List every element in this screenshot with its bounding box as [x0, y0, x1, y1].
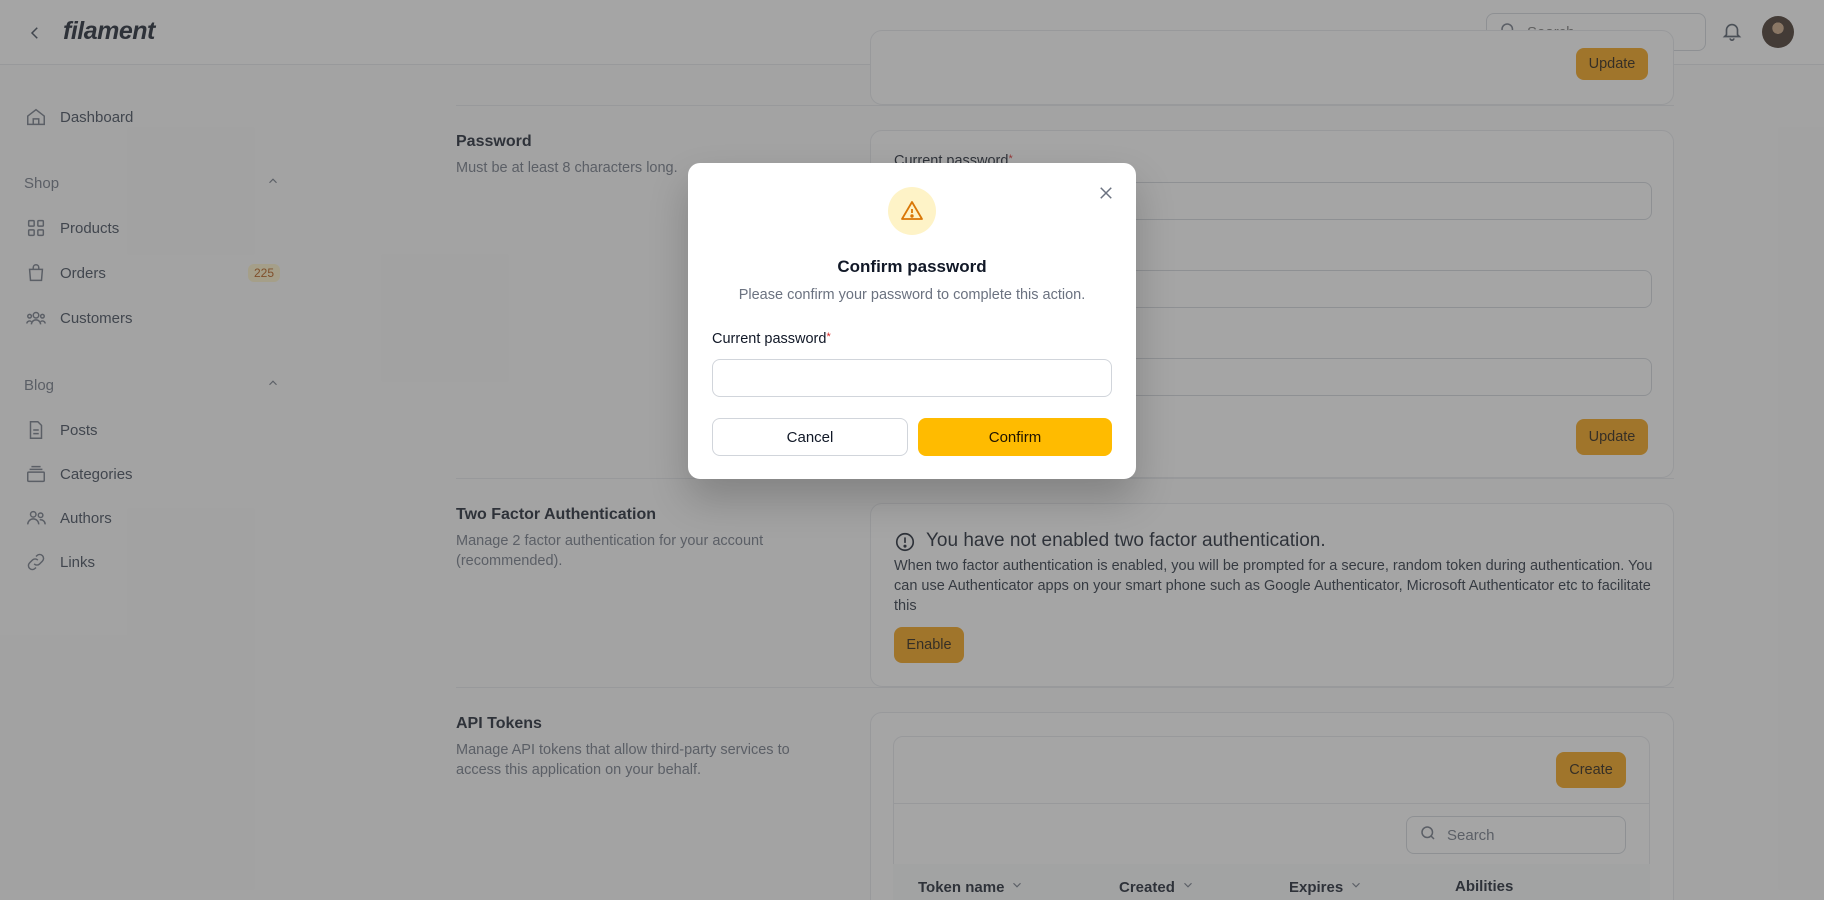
modal-field-label: Current password*	[712, 331, 831, 347]
current-password-field[interactable]	[712, 359, 1112, 397]
confirm-password-modal: Confirm password Please confirm your pas…	[688, 163, 1136, 479]
modal-field-label-text: Current password	[712, 331, 827, 347]
modal-title: Confirm password	[837, 257, 987, 276]
warning-icon	[888, 187, 936, 235]
cancel-button[interactable]: Cancel	[712, 418, 908, 456]
close-icon[interactable]	[1092, 179, 1120, 207]
confirm-button[interactable]: Confirm	[918, 418, 1112, 456]
required-mark: *	[826, 331, 831, 343]
modal-description: Please confirm your password to complete…	[738, 287, 1086, 303]
